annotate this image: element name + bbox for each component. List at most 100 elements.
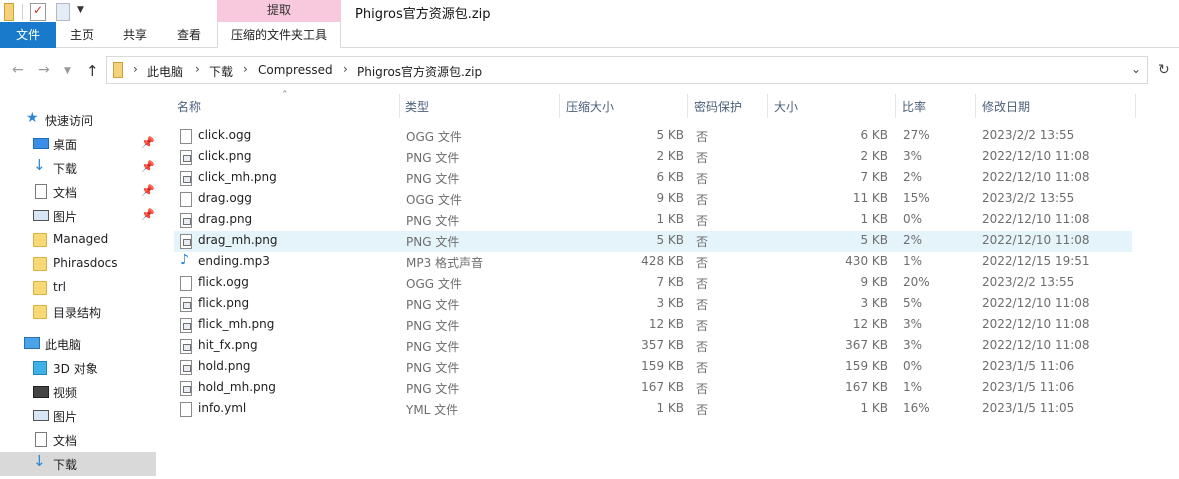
- table-row[interactable]: hold.png PNG 文件 159 KB 否 159 KB 0% 2023/1/5 11…: [174, 357, 1132, 378]
- column-header-name[interactable]: 名称: [177, 98, 201, 115]
- file-name: drag.ogg: [198, 191, 252, 205]
- column-divider[interactable]: [1135, 94, 1136, 118]
- tab-compressed-folder-tools[interactable]: 压缩的文件夹工具: [217, 22, 341, 48]
- column-divider[interactable]: [559, 94, 560, 118]
- file-password-protected: 否: [696, 298, 709, 312]
- sidebar-item-3d-objects[interactable]: 3D 对象: [0, 356, 156, 380]
- forward-arrow-icon[interactable]: →: [38, 62, 50, 78]
- sidebar-item-label: 桌面: [53, 138, 78, 152]
- file-type: PNG 文件: [406, 361, 460, 375]
- column-header-type[interactable]: 类型: [405, 98, 429, 115]
- tab-view[interactable]: 查看: [162, 22, 216, 48]
- recent-locations-chevron-down-icon[interactable]: ▼: [64, 66, 71, 76]
- file-password-protected: 否: [696, 235, 709, 249]
- table-row[interactable]: hold_mh.png PNG 文件 167 KB 否 167 KB 1% 2023/1/5…: [174, 378, 1132, 399]
- customize-quick-access-chevron-down-icon[interactable]: ▼: [77, 5, 84, 15]
- file-password-protected: 否: [696, 130, 709, 144]
- file-compressed-size: 3 KB: [656, 296, 684, 310]
- table-row[interactable]: flick.ogg OGG 文件 7 KB 否 9 KB 20% 2023/2/2 13:5…: [174, 273, 1132, 294]
- breadcrumb-downloads[interactable]: 下载: [209, 63, 233, 80]
- sidebar-item-directory-structure[interactable]: 目录结构: [0, 300, 156, 324]
- sidebar-item-pictures[interactable]: 图片 📌: [0, 204, 156, 228]
- tab-share[interactable]: 共享: [108, 22, 162, 48]
- sidebar-item-label: 下载: [53, 162, 78, 176]
- table-row[interactable]: drag.ogg OGG 文件 9 KB 否 11 KB 15% 2023/2/2 13:5…: [174, 189, 1132, 210]
- table-row[interactable]: flick_mh.png PNG 文件 12 KB 否 12 KB 3% 2022/12/1…: [174, 315, 1132, 336]
- table-row[interactable]: ♪ ending.mp3 MP3 格式声音 428 KB 否 430 KB 1% 2022/1…: [174, 252, 1132, 273]
- breadcrumb-chevron-icon[interactable]: ›: [133, 62, 138, 76]
- column-header-compressed-size[interactable]: 压缩大小: [566, 98, 614, 115]
- file-date-modified: 2022/12/10 11:08: [982, 212, 1090, 226]
- quick-access-folder-icon[interactable]: [4, 3, 14, 21]
- breadcrumb-chevron-icon[interactable]: ›: [195, 62, 200, 76]
- back-arrow-icon[interactable]: ←: [12, 62, 24, 78]
- folder-icon: [33, 233, 47, 247]
- sidebar-item-trl[interactable]: trl: [0, 276, 156, 300]
- breadcrumb-this-pc[interactable]: 此电脑: [147, 63, 183, 80]
- column-header-size[interactable]: 大小: [774, 98, 798, 115]
- sidebar-item-downloads[interactable]: ↓ 下载 📌: [0, 156, 156, 180]
- breadcrumb-chevron-icon[interactable]: ›: [343, 62, 348, 76]
- tab-file[interactable]: 文件: [0, 22, 56, 48]
- file-compressed-size: 428 KB: [641, 254, 684, 268]
- sidebar-item-quick-access[interactable]: ★ 快速访问: [0, 108, 156, 132]
- pin-icon[interactable]: 📌: [141, 184, 155, 197]
- pin-icon[interactable]: 📌: [141, 160, 155, 173]
- address-bar[interactable]: › 此电脑 › 下载 › Compressed › Phigros官方资源包.z…: [106, 56, 1148, 84]
- file-ratio: 0%: [903, 212, 923, 226]
- table-row[interactable]: click.ogg OGG 文件 5 KB 否 6 KB 27% 2023/2/2 13:5…: [174, 126, 1132, 147]
- table-row[interactable]: info.yml YML 文件 1 KB 否 1 KB 16% 2023/1/5 11:05: [174, 399, 1132, 420]
- column-divider[interactable]: [975, 94, 976, 118]
- breadcrumb-zip-file[interactable]: Phigros官方资源包.zip: [357, 63, 482, 80]
- sidebar-item-videos[interactable]: 视频: [0, 380, 156, 404]
- table-row[interactable]: flick.png PNG 文件 3 KB 否 3 KB 5% 2022/12/10 11:…: [174, 294, 1132, 315]
- file-name: flick_mh.png: [198, 317, 275, 331]
- file-date-modified: 2023/2/2 13:55: [982, 191, 1075, 205]
- column-divider[interactable]: [895, 94, 896, 118]
- table-row[interactable]: click.png PNG 文件 2 KB 否 2 KB 3% 2022/12/10 11:…: [174, 147, 1132, 168]
- star-icon: ★: [26, 110, 39, 126]
- file-password-protected: 否: [696, 403, 709, 417]
- column-header-password-protected[interactable]: 密码保护: [694, 98, 742, 115]
- file-size: 1 KB: [860, 212, 888, 226]
- refresh-icon[interactable]: ↻: [1158, 62, 1170, 78]
- image-file-icon: [180, 297, 192, 312]
- sidebar-item-documents-pc[interactable]: 文档: [0, 428, 156, 452]
- sidebar-item-managed[interactable]: Managed: [0, 228, 156, 252]
- sidebar-item-phirasdocs[interactable]: Phirasdocs: [0, 252, 156, 276]
- file-size: 9 KB: [860, 275, 888, 289]
- table-row[interactable]: hit_fx.png PNG 文件 357 KB 否 367 KB 3% 2022/12/1…: [174, 336, 1132, 357]
- file-size: 159 KB: [845, 359, 888, 373]
- table-row[interactable]: drag_mh.png PNG 文件 5 KB 否 5 KB 2% 2022/12/10 1…: [174, 231, 1132, 252]
- properties-icon[interactable]: [30, 3, 46, 21]
- address-history-chevron-down-icon[interactable]: ⌄: [1131, 62, 1141, 76]
- column-header-ratio[interactable]: 比率: [902, 98, 926, 115]
- tab-home[interactable]: 主页: [56, 22, 108, 48]
- videos-icon: [33, 386, 49, 398]
- sidebar-item-downloads-pc[interactable]: ↓ 下载: [0, 452, 156, 476]
- pin-icon[interactable]: 📌: [141, 208, 155, 221]
- desktop-icon: [33, 138, 49, 149]
- column-header-date-modified[interactable]: 修改日期: [982, 98, 1030, 115]
- new-folder-icon[interactable]: [56, 3, 70, 21]
- breadcrumb-compressed[interactable]: Compressed: [258, 63, 333, 77]
- sidebar-item-documents[interactable]: 文档 📌: [0, 180, 156, 204]
- sidebar-item-this-pc[interactable]: 此电脑: [0, 332, 156, 356]
- column-divider[interactable]: [767, 94, 768, 118]
- image-file-icon: [180, 171, 192, 186]
- table-row[interactable]: click_mh.png PNG 文件 6 KB 否 7 KB 2% 2022/12/10 …: [174, 168, 1132, 189]
- column-divider[interactable]: [399, 94, 400, 118]
- breadcrumb-chevron-icon[interactable]: ›: [243, 62, 248, 76]
- file-password-protected: 否: [696, 361, 709, 375]
- pin-icon[interactable]: 📌: [141, 136, 155, 149]
- zip-folder-icon: [113, 62, 123, 78]
- column-divider[interactable]: [687, 94, 688, 118]
- extract-context-tab[interactable]: 提取: [217, 0, 341, 22]
- sidebar-item-pictures-pc[interactable]: 图片: [0, 404, 156, 428]
- table-row[interactable]: drag.png PNG 文件 1 KB 否 1 KB 0% 2022/12/10 11:0…: [174, 210, 1132, 231]
- sidebar-item-desktop[interactable]: 桌面 📌: [0, 132, 156, 156]
- 3d-objects-icon: [33, 361, 47, 375]
- sidebar-item-label: 3D 对象: [53, 362, 98, 376]
- up-arrow-icon[interactable]: ↑: [86, 62, 99, 80]
- file-password-protected: 否: [696, 256, 709, 270]
